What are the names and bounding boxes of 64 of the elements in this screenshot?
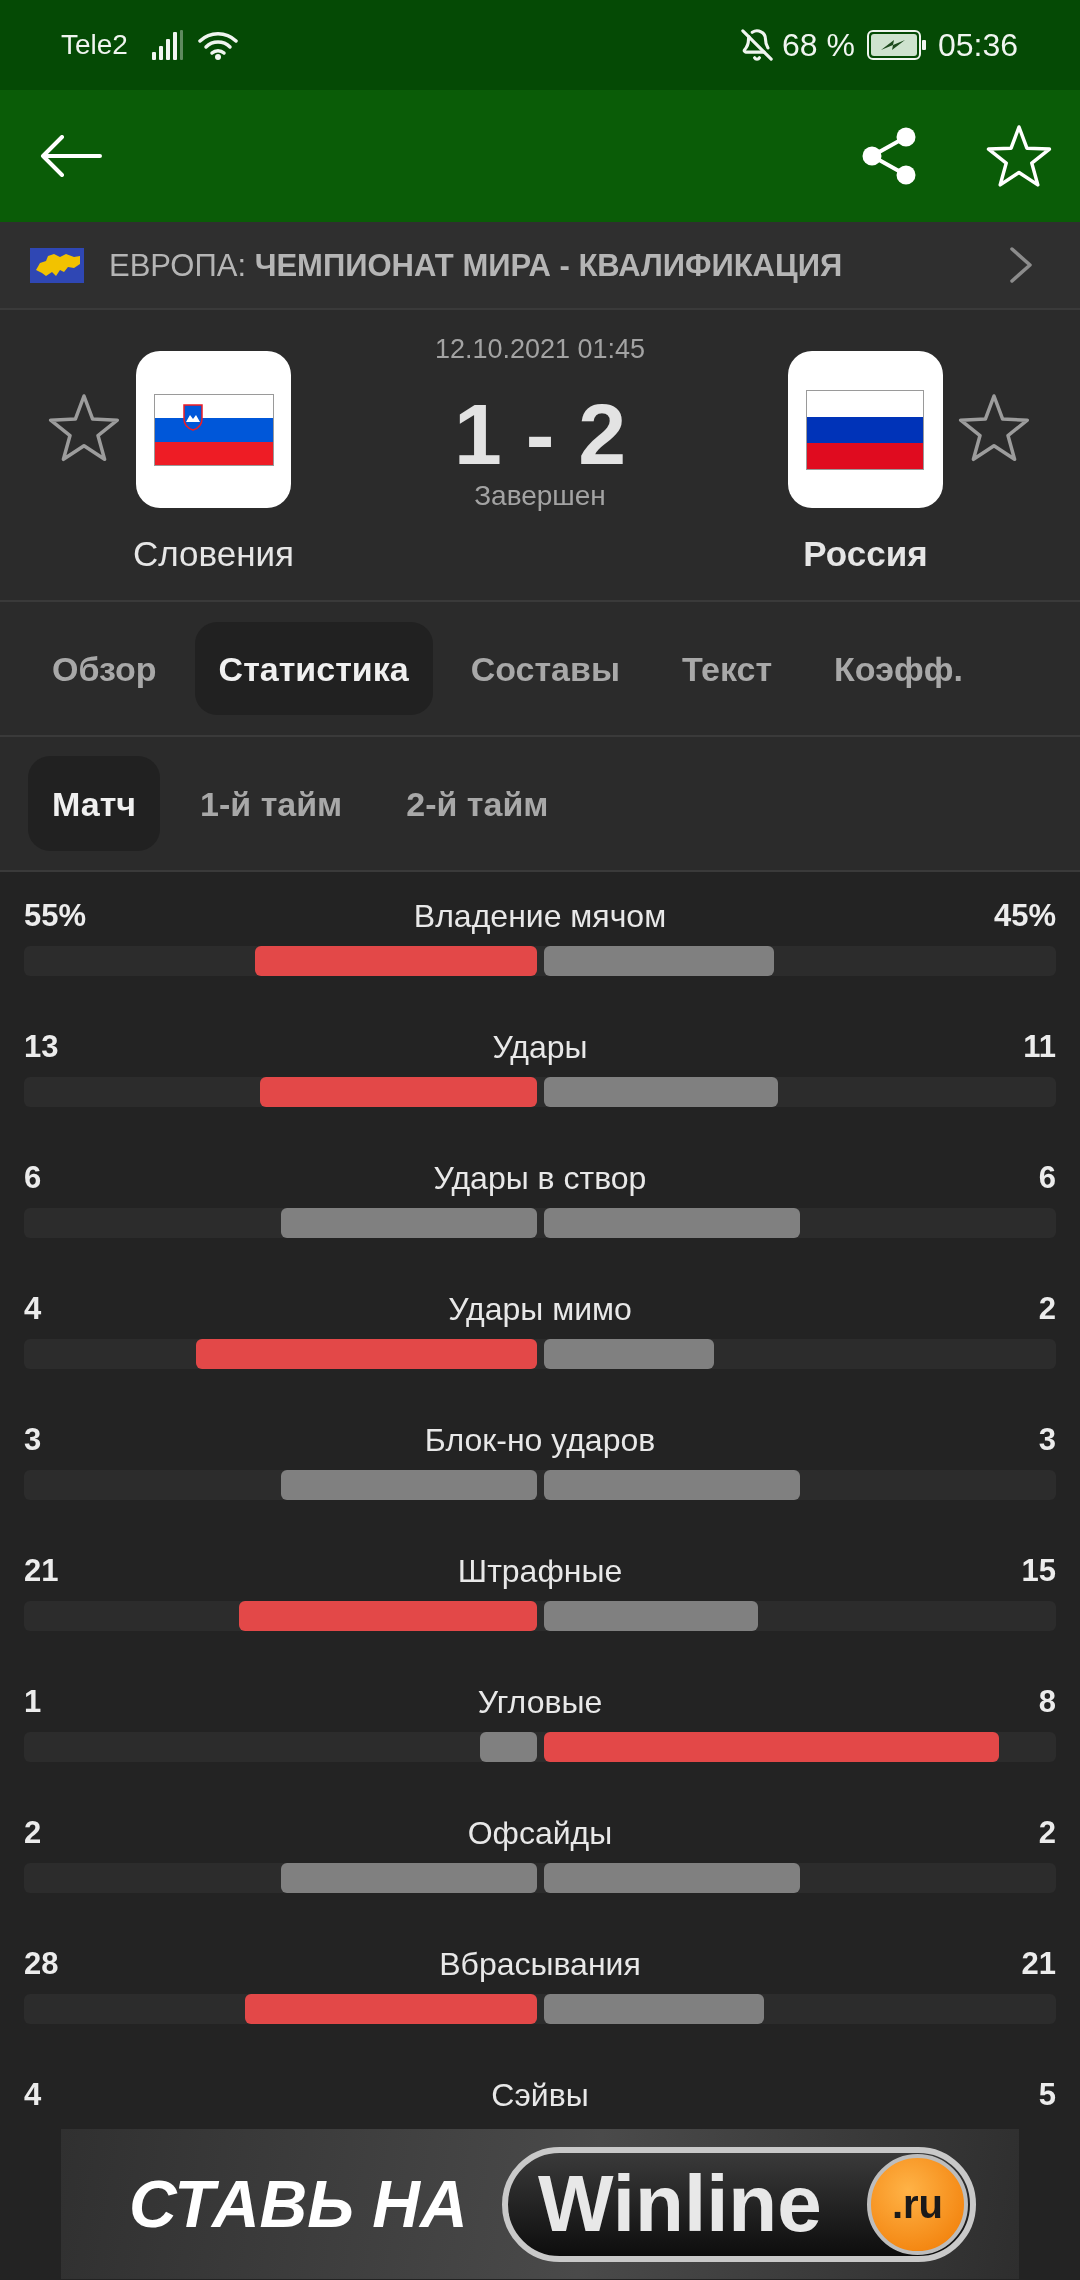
stat-value: 13 — [24, 1029, 59, 1065]
tab[interactable]: Коэфф. — [810, 622, 987, 715]
chevron-right-icon — [1009, 246, 1033, 284]
battery-charging-icon — [866, 30, 927, 60]
stat-value: 21 — [1021, 1946, 1056, 1982]
tab[interactable]: Составы — [446, 622, 644, 715]
match-score: 1 - 2 — [453, 391, 627, 477]
stat-value: 2 — [1038, 1291, 1056, 1327]
stat-value: 3 — [24, 1422, 42, 1458]
stat-label: Удары мимо — [448, 1291, 632, 1327]
back-icon[interactable] — [40, 135, 102, 177]
stat-value: 11 — [1023, 1029, 1056, 1065]
flag-icon — [136, 351, 291, 508]
battery-percent: 68 % — [782, 29, 855, 61]
stat-label: Вбрасывания — [439, 1946, 641, 1982]
tab[interactable]: Статистика — [194, 622, 433, 715]
team-name: Россия — [803, 536, 928, 572]
stat-value: 6 — [24, 1160, 42, 1196]
stat-label: Удары — [492, 1029, 588, 1065]
ad-banner[interactable]: СТАВЬ НА Winline .ru — [61, 2129, 1019, 2279]
competition-title: ЕВРОПА: ЧЕМПИОНАТ МИРА - КВАЛИФИКАЦИЯ — [109, 249, 843, 281]
competition-bar[interactable]: ЕВРОПА: ЧЕМПИОНАТ МИРА - КВАЛИФИКАЦИЯ — [0, 222, 1080, 310]
ad-slogan: СТАВЬ НА — [129, 2171, 468, 2237]
stat-value: 28 — [24, 1946, 59, 1982]
stat-value: 15 — [1021, 1553, 1056, 1589]
stat-label: Угловые — [477, 1684, 603, 1720]
star-icon[interactable] — [48, 394, 120, 463]
stat-value: 8 — [1038, 1684, 1056, 1720]
stat-value: 55% — [24, 898, 87, 934]
stat-value: 2 — [24, 1815, 42, 1851]
stat-value: 4 — [24, 1291, 42, 1327]
stat-label: Офсайды — [467, 1815, 613, 1851]
team-name: Словения — [132, 536, 295, 572]
logo-text: Winline — [538, 2164, 822, 2244]
period-tab[interactable]: 1-й тайм — [176, 756, 367, 851]
map-icon — [30, 247, 84, 283]
stat-value: 5 — [1038, 2077, 1056, 2113]
domain-badge: .ru — [867, 2153, 968, 2255]
stat-value: 4 — [24, 2077, 42, 2113]
stat-label: Владение мячом — [413, 898, 667, 934]
stat-value: 21 — [24, 1553, 59, 1589]
period-tab[interactable]: Матч — [28, 756, 161, 851]
flag-icon — [788, 351, 943, 508]
stat-value: 6 — [1038, 1160, 1056, 1196]
match-date: 12.10.2021 01:45 — [434, 333, 646, 366]
wifi-icon — [197, 30, 238, 60]
signal-icon — [151, 30, 184, 60]
tab[interactable]: Обзор — [28, 622, 181, 715]
clock-time: 05:36 — [937, 29, 1018, 61]
stat-value: 2 — [1038, 1815, 1056, 1851]
stat-label: Штрафные — [457, 1553, 623, 1589]
stat-value: 1 — [24, 1684, 42, 1720]
share-icon[interactable] — [861, 127, 917, 185]
match-status: Завершен — [474, 479, 606, 513]
stat-label: Блок-но ударов — [424, 1422, 656, 1458]
stat-label: Сэйвы — [491, 2077, 589, 2113]
bell-off-icon — [740, 28, 774, 62]
period-tab[interactable]: 2-й тайм — [382, 756, 573, 851]
stat-label: Удары в створ — [433, 1160, 647, 1196]
tab[interactable]: Текст — [657, 622, 797, 715]
carrier-name: Tele2 — [61, 31, 128, 59]
stat-value: 3 — [1038, 1422, 1056, 1458]
stat-value: 45% — [993, 898, 1056, 934]
star-icon[interactable] — [958, 394, 1030, 463]
